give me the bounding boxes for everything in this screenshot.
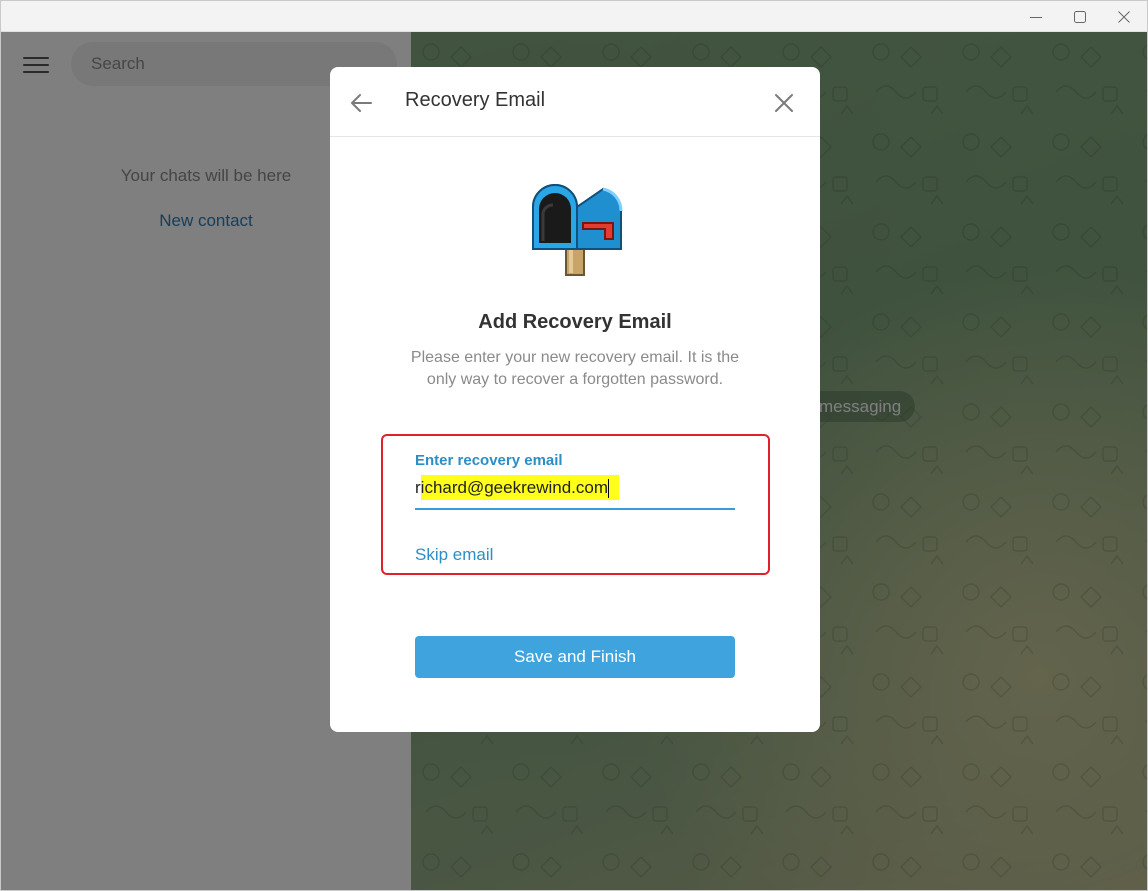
minimize-button[interactable] <box>1013 1 1059 32</box>
email-value-text: ichard@geekrewind.com <box>420 478 609 497</box>
email-field[interactable]: richard@geekrewind.com <box>415 475 620 503</box>
close-icon <box>775 94 793 112</box>
dialog-title: Recovery Email <box>405 89 546 111</box>
app-window: Search Your chats will be here New conta… <box>0 0 1148 891</box>
arrow-left-icon <box>351 94 372 112</box>
close-icon <box>1118 10 1130 23</box>
email-field-underline <box>415 508 735 510</box>
minimize-icon <box>1030 16 1042 18</box>
window-close-button[interactable] <box>1101 1 1147 32</box>
maximize-button[interactable] <box>1057 1 1103 32</box>
text-caret <box>608 479 610 499</box>
dialog-description: Please enter your new recovery email. It… <box>410 349 740 388</box>
skip-email-link[interactable]: Skip email <box>415 545 493 565</box>
maximize-icon <box>1074 10 1086 23</box>
title-bar <box>1 1 1147 32</box>
dialog-heading: Add Recovery Email <box>478 311 672 333</box>
recovery-email-dialog: Recovery Email Add Recovery Email Please… <box>330 67 820 732</box>
save-and-finish-button[interactable]: Save and Finish <box>415 636 735 678</box>
email-value-highlighted: ichard@geekrewind.com <box>420 475 620 500</box>
back-button[interactable] <box>348 89 376 117</box>
dialog-close-button[interactable] <box>770 89 798 117</box>
dialog-header: Recovery Email <box>330 67 820 137</box>
email-field-label: Enter recovery email <box>415 452 563 469</box>
mailbox-icon <box>532 184 623 276</box>
